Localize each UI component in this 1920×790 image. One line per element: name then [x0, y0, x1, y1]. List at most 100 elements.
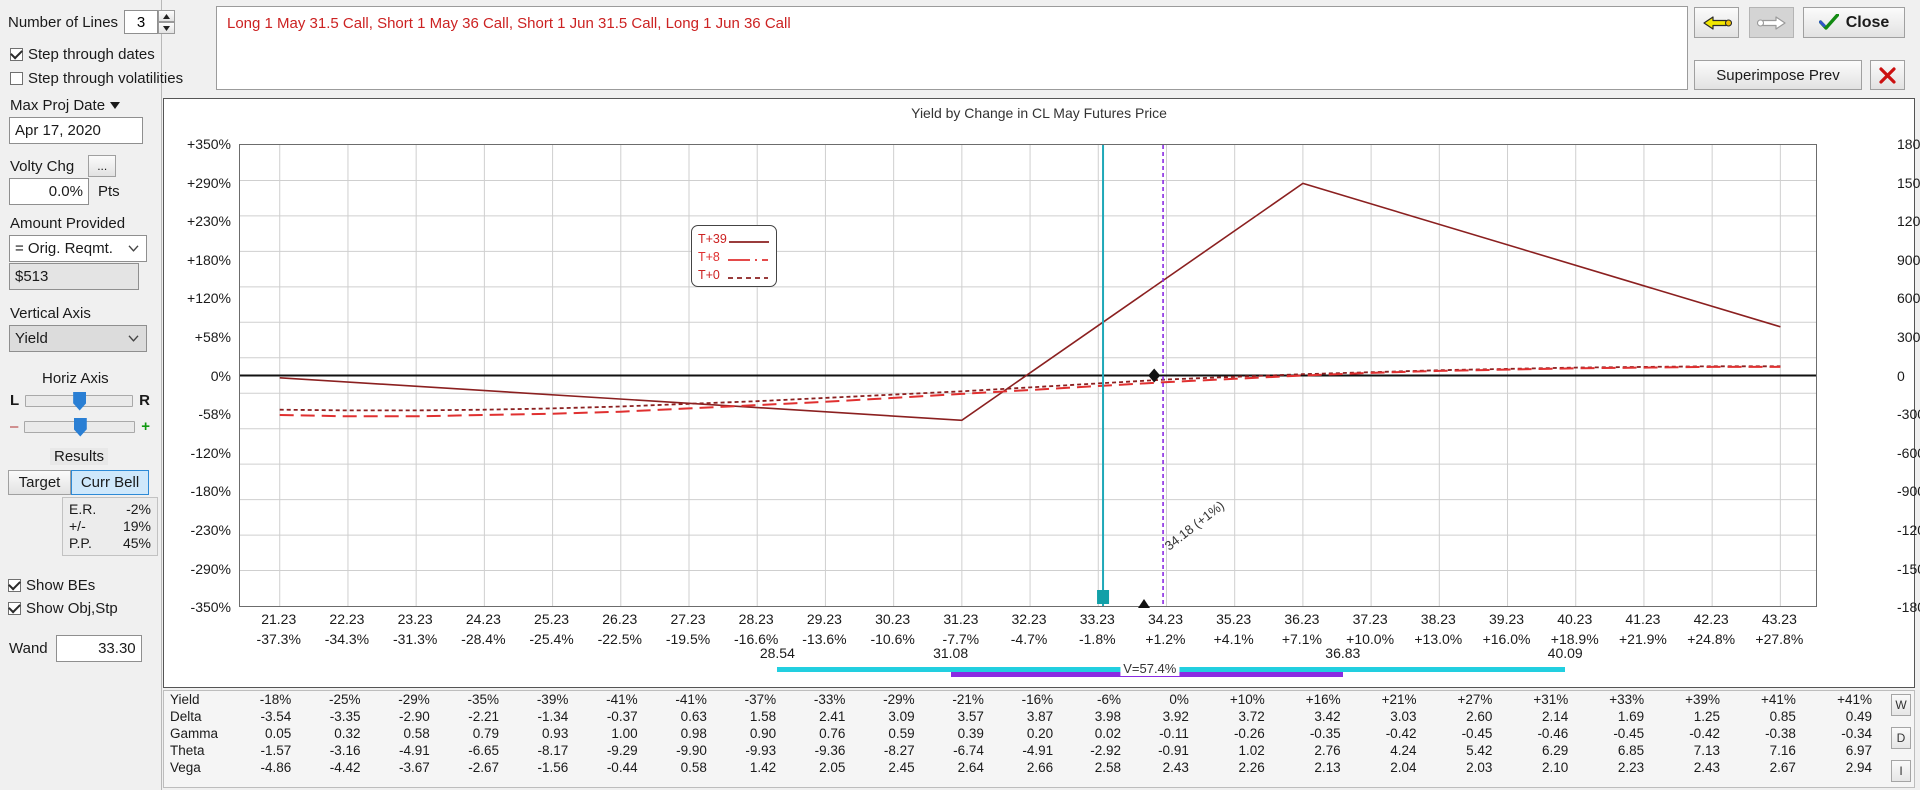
greek-cell: +41% [1837, 692, 1872, 707]
chevron-down-icon[interactable] [110, 96, 121, 114]
step-through-volatilities-checkbox[interactable]: Step through volatilities [10, 70, 183, 87]
spinner-up-button[interactable] [158, 10, 176, 22]
plot-svg: 34.18 (+1%) [240, 145, 1816, 606]
greek-cell: -0.91 [1158, 743, 1189, 758]
d-button[interactable]: D [1891, 727, 1911, 749]
step-through-dates-checkbox[interactable]: Step through dates [10, 46, 155, 63]
greek-cell: -0.11 [1159, 726, 1189, 741]
chart-container: Yield by Change in CL May Futures Price … [163, 98, 1920, 688]
greek-cell: 2.45 [888, 760, 915, 775]
show-bes-checkbox[interactable]: Show BEs [8, 577, 95, 594]
y2-axis-tick: 900 [1897, 251, 1920, 268]
greek-cell: 0.93 [542, 726, 569, 741]
vertical-axis-selected-value: Yield [15, 330, 48, 347]
checkbox-icon[interactable] [8, 602, 21, 615]
result-name: E.R. [69, 501, 97, 517]
volty-chg-ellipsis-button[interactable]: ... [88, 155, 117, 177]
close-button[interactable]: Close [1803, 7, 1905, 38]
pan-slider-track[interactable] [25, 391, 134, 411]
greek-cell: -9.36 [814, 743, 846, 758]
amount-provided-value[interactable]: $513 [9, 263, 139, 290]
max-proj-date-input[interactable]: Apr 17, 2020 [9, 117, 143, 144]
x-axis-price-tick: 23.23 [397, 611, 433, 627]
i-button[interactable]: I [1891, 760, 1911, 782]
breakeven-label: 40.09 [1547, 645, 1583, 661]
volty-chg-input[interactable]: 0.0% [9, 178, 89, 205]
greek-cell: -1.57 [260, 743, 292, 758]
plot-area[interactable]: 34.18 (+1%) [239, 144, 1817, 607]
greek-cell: -4.42 [329, 760, 361, 775]
number-of-lines-value[interactable]: 3 [124, 10, 159, 34]
legend-item: T+8 [698, 248, 770, 266]
greek-cell: 2.67 [1769, 760, 1796, 775]
max-proj-date-dropdown-label[interactable]: Max Proj Date [10, 96, 121, 114]
greek-cell: 0.05 [264, 726, 292, 741]
result-value: 19% [122, 518, 151, 534]
tab-target[interactable]: Target [8, 470, 71, 495]
greek-cell: -16% [1021, 692, 1054, 707]
x-axis-price-tick: 40.23 [1557, 611, 1593, 627]
table-row: Yield -18% -25% -29% -35% -39% -41% -41% -37% -33… [164, 691, 1874, 708]
greek-cell: 3.57 [957, 709, 984, 724]
greek-cell: -1.34 [537, 709, 569, 724]
superimpose-prev-button[interactable]: Superimpose Prev [1694, 60, 1862, 90]
y-axis-tick: +230% [187, 213, 231, 230]
horiz-pan-slider[interactable]: L R [10, 391, 150, 411]
horiz-left-label: L [10, 392, 20, 409]
volty-chg-row: Volty Chg ... [10, 155, 117, 177]
y-axis-tick: +350% [187, 136, 231, 152]
table-row: Delta -3.54 -3.35 -2.90 -2.21 -1.34 -0.37 0.63 1… [164, 708, 1874, 725]
x-axis-price-tick: 29.23 [806, 611, 842, 627]
chevron-down-icon[interactable] [128, 238, 139, 255]
tab-curr-bell[interactable]: Curr Bell [71, 470, 149, 495]
horiz-right-label: R [139, 392, 150, 409]
greek-cell: 3.09 [888, 709, 915, 724]
amount-provided-select[interactable]: = Orig. Reqmt. [9, 235, 147, 262]
greek-cell: +41% [1760, 692, 1796, 707]
legend-label: T+8 [698, 250, 720, 264]
arrow-right-icon [1756, 15, 1786, 30]
greek-cell: -29% [398, 692, 430, 707]
number-of-lines-stepper[interactable]: 3 [124, 10, 176, 34]
vertical-axis-select[interactable]: Yield [9, 325, 147, 352]
delete-button[interactable] [1870, 60, 1905, 90]
y2-axis-tick: -1200 [1897, 521, 1920, 538]
greek-cell: -8.17 [537, 743, 569, 758]
greek-cell: -41% [606, 692, 638, 707]
greek-cell: 7.13 [1693, 743, 1720, 758]
chevron-down-icon[interactable] [128, 328, 139, 345]
greek-cell: 2.26 [1238, 760, 1265, 775]
greek-cell: 2.14 [1541, 709, 1569, 724]
back-button[interactable] [1694, 7, 1739, 38]
horiz-axis-label: Horiz Axis [42, 370, 109, 387]
wand-input[interactable]: 33.30 [55, 635, 142, 662]
horiz-zoom-slider[interactable]: – + [10, 417, 150, 437]
w-button[interactable]: W [1891, 694, 1911, 716]
y2-axis-tick: 600 [1897, 290, 1920, 307]
pan-slider-thumb[interactable] [73, 391, 87, 411]
spinner-down-button[interactable] [158, 22, 176, 34]
zoom-slider-track[interactable] [24, 417, 136, 437]
result-row: P.P. 45% [69, 535, 151, 552]
strategy-description: Long 1 May 31.5 Call, Short 1 May 36 Cal… [216, 6, 1688, 90]
greek-cell: 2.04 [1390, 760, 1417, 775]
checkbox-icon[interactable] [10, 72, 23, 85]
greek-cell: 7.16 [1769, 743, 1796, 758]
greek-cell: -6.65 [468, 743, 500, 758]
checkbox-icon[interactable] [10, 48, 23, 61]
greeks-table-container[interactable]: Yield -18% -25% -29% -35% -39% -41% -41% -37% -33… [163, 690, 1915, 788]
vertical-axis-label: Vertical Axis [10, 305, 91, 322]
x-axis-price-tick: 34.23 [1147, 611, 1183, 627]
zoom-slider-thumb[interactable] [73, 417, 87, 437]
wand-label: Wand [9, 640, 48, 657]
y-axis-tick: +290% [187, 174, 231, 191]
arrow-left-icon [1702, 15, 1732, 30]
greek-cell: 2.05 [819, 760, 846, 775]
greek-cell: 0.90 [749, 726, 777, 741]
show-obj-stp-checkbox[interactable]: Show Obj,Stp [8, 600, 118, 617]
greek-cell: -2.92 [1090, 743, 1122, 758]
forward-button [1749, 7, 1794, 38]
checkbox-icon[interactable] [8, 579, 21, 592]
y2-axis-tick: 1500 [1897, 174, 1920, 191]
legend-item: T+0 [698, 266, 770, 284]
